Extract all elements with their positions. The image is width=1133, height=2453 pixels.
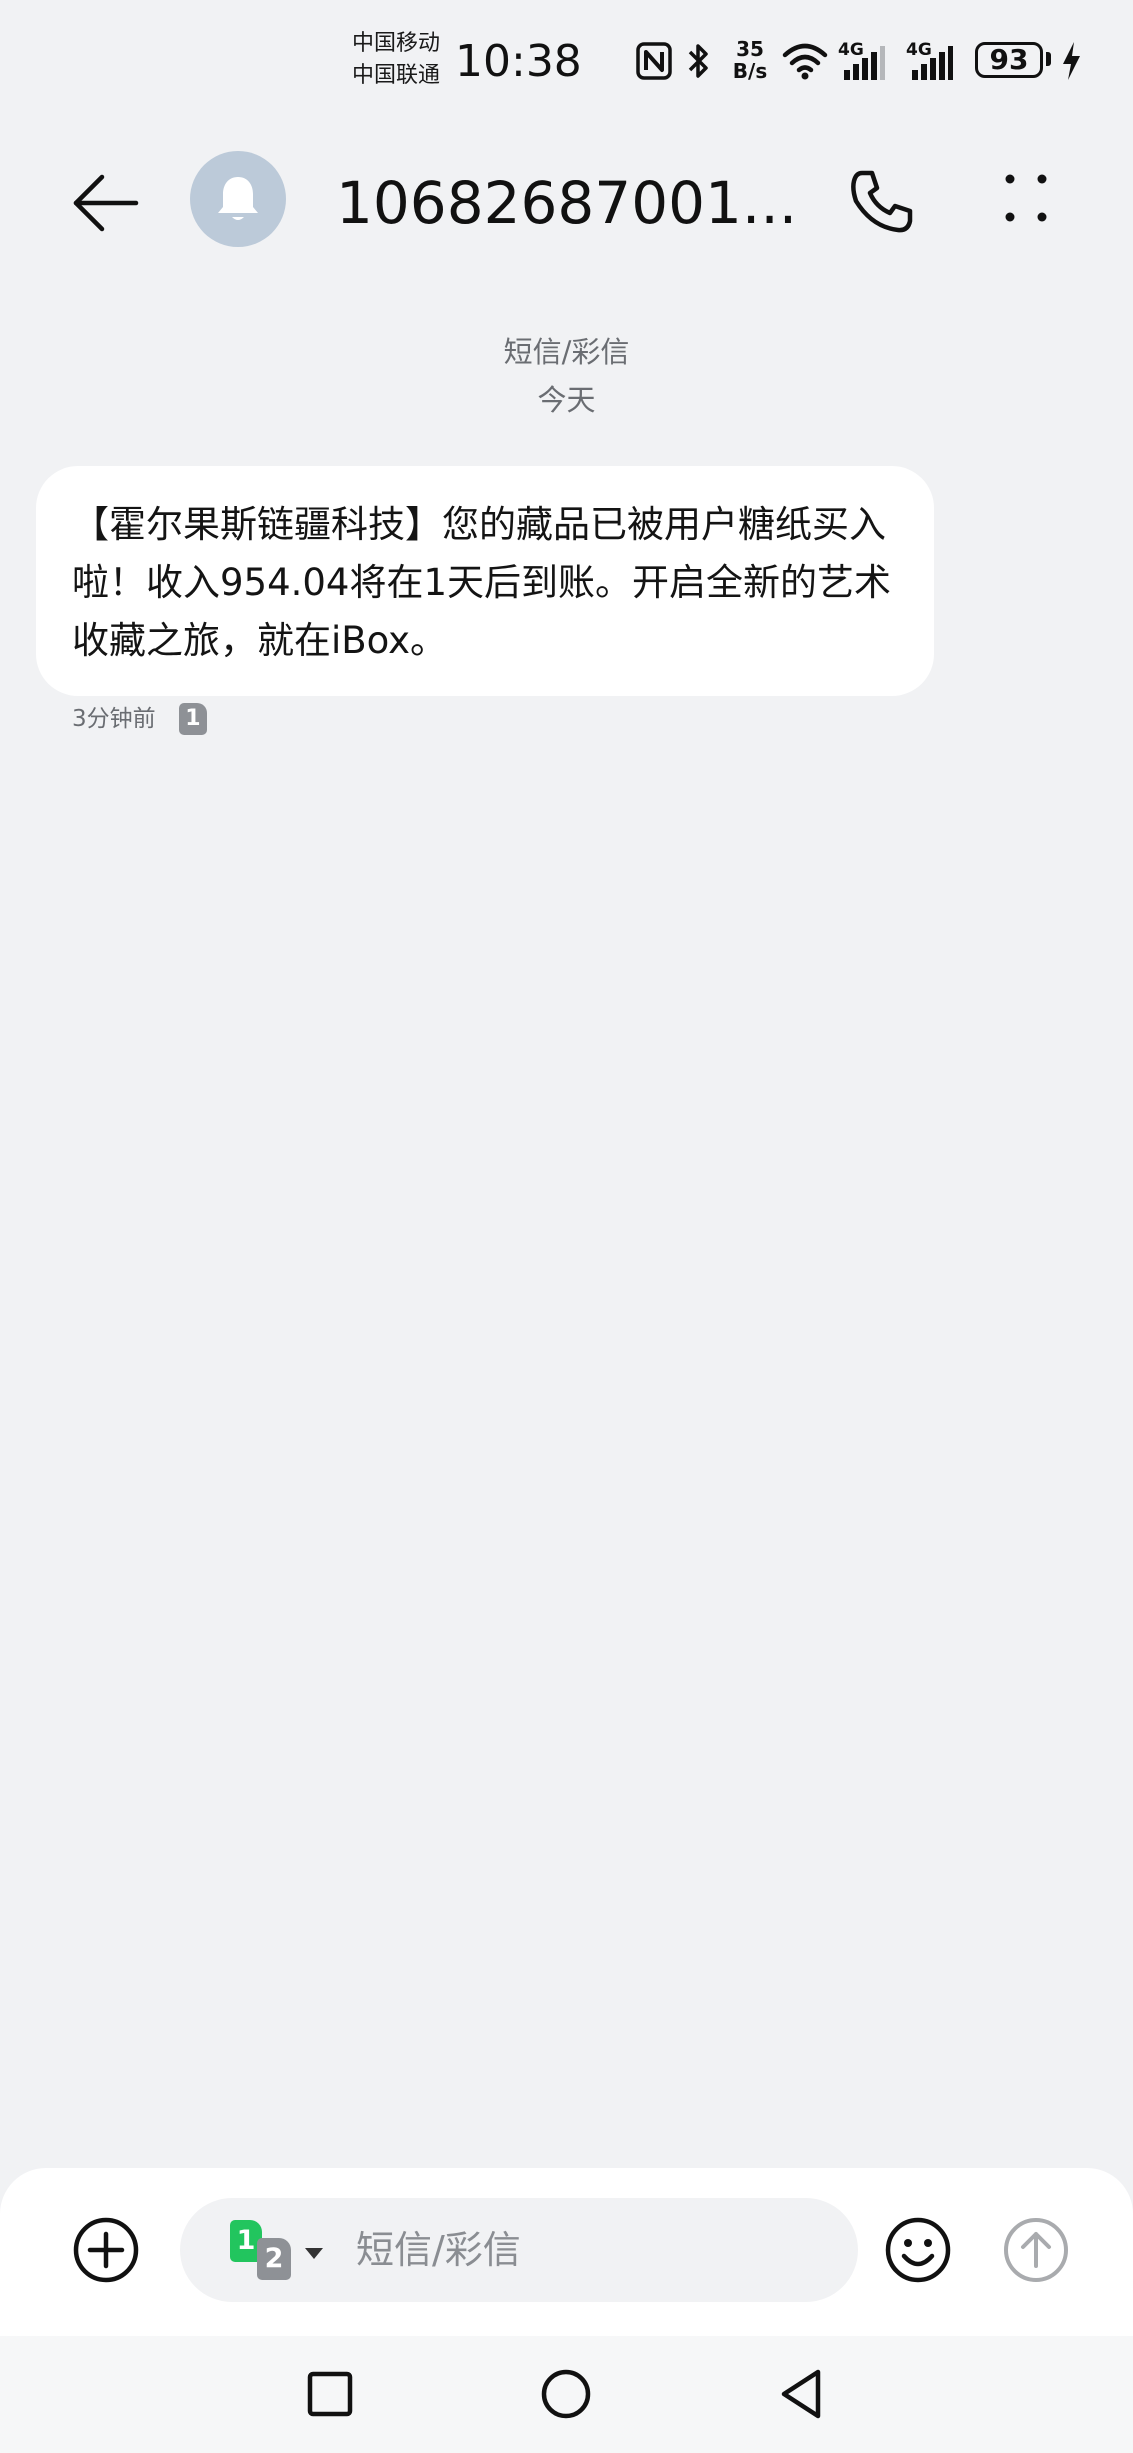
net-speed-value: 35 [736,37,764,61]
bluetooth-icon [688,44,708,78]
system-navigation-bar [0,2336,1133,2453]
message-input[interactable] [356,2220,826,2280]
carrier-names: 中国移动 中国联通 [352,28,452,92]
battery-icon: 93 [975,42,1043,78]
status-icons: 35 B/s 4G 4G 93 [636,36,1122,88]
wifi-icon [782,43,828,80]
sim-selector[interactable]: 1 2 [230,2220,323,2280]
add-circle-icon [73,2217,139,2283]
caret-down-icon [305,2248,323,2259]
message-meta: 3分钟前 1 [72,698,207,738]
battery-percent: 93 [989,43,1029,76]
signal-icon [844,46,885,80]
bell-icon [218,177,258,220]
attach-button[interactable] [72,2216,140,2284]
more-options-button[interactable] [986,161,1066,241]
send-arrow-icon [1004,2218,1068,2282]
home-button[interactable] [536,2364,596,2424]
back-arrow-icon [73,174,139,232]
message-bubble[interactable]: 【霍尔果斯链疆科技】您的藏品已被用户糖纸买入啦！收入954.04将在1天后到账。… [36,466,934,696]
call-button[interactable] [842,161,922,241]
charging-icon [1063,42,1080,80]
contact-avatar[interactable] [190,151,286,247]
emoji-icon [885,2217,951,2283]
send-button[interactable] [1002,2216,1070,2284]
thread-date-label: 今天 [537,383,596,417]
input-container: 1 2 [180,2198,858,2302]
more-dots-icon [1005,174,1047,222]
status-clock: 10:38 [455,36,582,87]
signal-icon [912,46,953,80]
back-button[interactable] [66,163,146,243]
status-bar: 中国移动 中国联通 10:38 35 B/s 4G 4G 93 [0,0,1133,125]
carrier-2-label: 中国联通 [352,63,441,88]
recents-square-icon [307,2371,353,2417]
carrier-1-label: 中国移动 [352,31,441,56]
message-composer: 1 2 [0,2168,1133,2336]
nav-back-button[interactable] [772,2364,832,2424]
conversation-header: 10682687001... [0,125,1133,275]
sim2-badge: 2 [257,2238,291,2280]
message-text: 【霍尔果斯链疆科技】您的藏品已被用户糖纸买入啦！收入954.04将在1天后到账。… [72,503,892,662]
net-speed-unit: B/s [732,59,768,83]
network-speed: 35 B/s [728,38,772,82]
contact-name[interactable]: 10682687001... [336,165,796,241]
phone-icon [851,170,913,233]
emoji-button[interactable] [884,2216,952,2284]
recents-button[interactable] [300,2364,360,2424]
nfc-icon [636,42,672,80]
message-time: 3分钟前 [72,705,156,732]
home-circle-icon [541,2369,591,2419]
back-triangle-icon [781,2369,821,2419]
battery-tip [1046,52,1051,66]
thread-type-label: 短信/彩信 [503,335,630,369]
message-sim-badge: 1 [178,702,207,735]
thread-meta: 短信/彩信 今天 [0,328,1133,424]
